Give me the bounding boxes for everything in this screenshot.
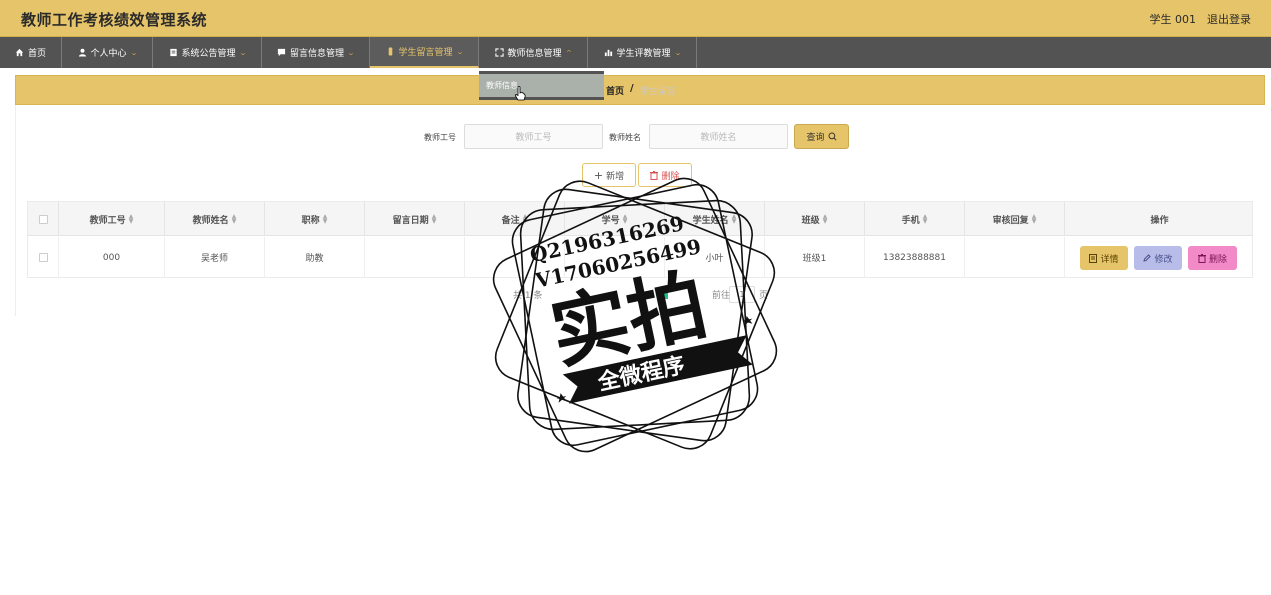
col-teacher-no[interactable]: 教师工号 ▲ ▼	[59, 202, 165, 236]
bar-chart-icon	[604, 49, 612, 57]
cell-class: 班级1	[765, 237, 865, 278]
hand-cursor-icon	[514, 86, 526, 101]
cell-teacher-name: 吴老师	[165, 237, 265, 278]
nav-student-evaluation[interactable]: 学生评教管理 ⌄	[588, 37, 697, 68]
chevron-up-icon: ⌃	[564, 48, 573, 57]
chevron-down-icon: ⌄	[673, 48, 682, 57]
notice-icon	[169, 48, 177, 57]
nav-teacher-info[interactable]: 教师信息管理 ⌃	[479, 37, 588, 68]
col-teacher-no-label: 教师工号	[89, 215, 126, 226]
detail-button-label: 详情	[1100, 254, 1119, 265]
message-icon	[277, 48, 286, 57]
nav-personal-center[interactable]: 个人中心 ⌄	[62, 37, 153, 68]
breadcrumb: 首页 / 学生留言	[15, 75, 1265, 105]
col-date[interactable]: 留言日期 ▲ ▼	[365, 202, 465, 236]
col-actions-label: 操作	[1150, 215, 1169, 226]
teacher-info-dropdown: 教师信息	[479, 71, 604, 100]
phone-icon	[388, 47, 392, 56]
col-actions: 操作	[1065, 202, 1254, 236]
sort-icon: ▲ ▼	[431, 213, 437, 225]
search-icon	[827, 132, 836, 141]
nav-home-label: 首页	[27, 49, 46, 59]
col-phone[interactable]: 手机 ▲ ▼	[865, 202, 965, 236]
col-title[interactable]: 职称 ▲ ▼	[265, 202, 365, 236]
breadcrumb-separator: /	[630, 83, 634, 94]
sort-icon: ▲ ▼	[1031, 213, 1037, 225]
current-user: 学生 001	[1149, 13, 1197, 26]
col-class-label: 班级	[801, 215, 820, 226]
detail-button[interactable]: 详情	[1080, 246, 1128, 270]
user-icon	[78, 48, 86, 57]
col-reply[interactable]: 审核回复 ▲ ▼	[965, 202, 1065, 236]
document-icon	[1089, 253, 1098, 263]
sort-icon: ▲ ▼	[128, 213, 134, 225]
cell-reply	[965, 237, 1065, 278]
nav-home[interactable]: 首页	[0, 37, 62, 68]
breadcrumb-current: 学生留言	[640, 87, 677, 97]
logout-link[interactable]: 退出登录	[1207, 11, 1251, 27]
nav-message-info[interactable]: 留言信息管理 ⌄	[262, 37, 370, 68]
edit-button[interactable]: 修改	[1134, 246, 1182, 270]
col-title-label: 职称	[301, 215, 320, 226]
sort-icon: ▲ ▼	[822, 213, 828, 225]
cell-date	[365, 237, 465, 278]
sort-icon: ▲ ▼	[322, 213, 328, 225]
nav-personal-center-label: 个人中心	[90, 49, 127, 59]
edit-button-label: 修改	[1154, 254, 1173, 265]
col-reply-label: 审核回复	[992, 215, 1029, 226]
main-nav: 首页 个人中心 ⌄ 系统公告管理 ⌄ 留言信息管理 ⌄ 学生留言管理 ⌄ 教师信…	[0, 37, 1271, 68]
teacher-no-label: 教师工号	[424, 133, 456, 142]
nav-student-evaluation-label: 学生评教管理	[616, 49, 671, 59]
col-teacher-name-label: 教师姓名	[192, 215, 229, 226]
col-phone-label: 手机	[901, 215, 920, 226]
col-class[interactable]: 班级 ▲ ▼	[765, 202, 865, 236]
nav-system-notice-label: 系统公告管理	[181, 49, 236, 59]
chevron-down-icon: ⌄	[346, 48, 356, 57]
nav-system-notice[interactable]: 系统公告管理 ⌄	[153, 37, 262, 68]
cell-title: 助教	[265, 237, 365, 278]
top-header: 教师工作考核绩效管理系统 学生 001 退出登录	[0, 0, 1271, 37]
nav-message-info-label: 留言信息管理	[290, 49, 345, 59]
chevron-down-icon: ⌄	[238, 48, 247, 57]
sort-icon: ▲ ▼	[231, 213, 237, 225]
col-teacher-name[interactable]: 教师姓名 ▲ ▼	[165, 202, 265, 236]
trash-icon	[1197, 253, 1206, 263]
delete-button-label: 删除	[1208, 254, 1227, 265]
home-icon	[15, 48, 24, 57]
delete-button[interactable]: 删除	[1188, 246, 1237, 270]
breadcrumb-home[interactable]: 首页	[606, 84, 624, 97]
select-all-cell	[28, 202, 59, 236]
row-select-cell	[28, 237, 59, 278]
expand-icon	[494, 48, 504, 57]
cell-teacher-no: 000	[59, 237, 165, 278]
teacher-name-label: 教师姓名	[609, 133, 641, 142]
nav-student-message[interactable]: 学生留言管理 ⌄	[370, 37, 479, 68]
chevron-down-icon: ⌄	[129, 48, 138, 57]
watermark-stamp: Q2196316269 V17060256499 实拍 全微程序	[492, 177, 778, 453]
select-all-checkbox[interactable]	[38, 214, 48, 224]
query-button-label: 查询	[806, 133, 825, 143]
query-button[interactable]: 查询	[794, 124, 849, 149]
teacher-name-input[interactable]: 教师姓名	[649, 124, 788, 149]
teacher-no-input[interactable]: 教师工号	[464, 124, 603, 149]
nav-teacher-info-label: 教师信息管理	[507, 49, 562, 59]
nav-student-message-label: 学生留言管理	[398, 48, 453, 58]
pencil-icon	[1143, 254, 1152, 262]
app-title: 教师工作考核绩效管理系统	[21, 11, 208, 29]
chevron-down-icon: ⌄	[455, 47, 464, 56]
sort-icon: ▲ ▼	[922, 213, 928, 225]
cell-phone: 13823888881	[865, 237, 965, 278]
col-date-label: 留言日期	[392, 215, 429, 226]
row-checkbox[interactable]	[38, 253, 48, 262]
